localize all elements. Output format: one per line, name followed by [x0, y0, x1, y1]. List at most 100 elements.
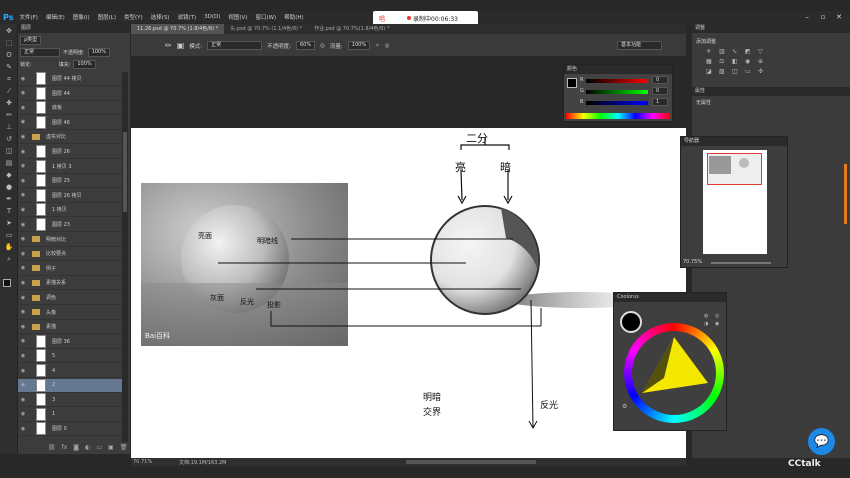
mode-select[interactable]: 正常 [207, 41, 263, 50]
layer-row[interactable]: ◉ 图层 26 [18, 145, 122, 159]
eraser-icon[interactable]: ◫ [4, 146, 14, 156]
b-slider[interactable] [586, 101, 648, 105]
history-brush-icon[interactable]: ↺ [4, 134, 14, 144]
visibility-eye-icon[interactable]: ◉ [18, 426, 28, 432]
visibility-eye-icon[interactable]: ◉ [18, 76, 28, 82]
bw-icon[interactable]: ◧ [732, 58, 742, 65]
menu-edit[interactable]: 编辑(E) [46, 13, 65, 21]
move-tool-icon[interactable]: ✥ [4, 26, 14, 36]
visibility-eye-icon[interactable]: ◉ [18, 163, 28, 169]
eyedropper-icon[interactable]: ⁄ [4, 86, 14, 96]
layer-row[interactable]: ◉ 图层 26 拷贝 [18, 188, 122, 203]
spectrum-bar[interactable] [566, 113, 670, 119]
status-zoom[interactable]: 70.71% [133, 459, 152, 465]
visibility-eye-icon[interactable]: ◉ [18, 265, 28, 271]
visibility-eye-icon[interactable]: ◉ [18, 338, 28, 344]
layer-row[interactable]: ◉ 底板 [18, 101, 122, 116]
tab-doc-1[interactable]: 11.26.psd @ 70.7% (1.8/4色/8) * [131, 24, 225, 34]
mic-icon[interactable]: 唱 [379, 14, 385, 23]
visibility-eye-icon[interactable]: ◉ [18, 134, 28, 140]
menu-view[interactable]: 视图(V) [228, 13, 247, 21]
crop-tool-icon[interactable]: ⌗ [4, 74, 14, 84]
tab-doc-2[interactable]: 头.psd @ 70.7% (1.1/4色/8) * [224, 24, 308, 34]
layer-row[interactable]: ◉ 3 [18, 393, 122, 408]
adjust-panel-header[interactable]: 调整 [692, 24, 850, 33]
visibility-eye-icon[interactable]: ◉ [18, 353, 28, 359]
navigator-zoom[interactable]: 70.75% [683, 259, 702, 265]
mixer-icon[interactable]: ⊕ [758, 58, 768, 65]
layer-row[interactable]: ◉ 2 [18, 378, 122, 393]
visibility-eye-icon[interactable]: ◉ [18, 207, 28, 213]
layer-row[interactable]: ◉ 图层 23 [18, 218, 122, 232]
layer-row[interactable]: ◉ 图层 46 [18, 115, 122, 130]
layer-group-row[interactable]: ◉ 比较要点 [18, 247, 122, 262]
layer-group-row[interactable]: ◉ 素描关系 [18, 276, 122, 291]
layer-group-row[interactable]: ◉ 虚实对比 [18, 130, 122, 145]
posterize-icon[interactable]: ▨ [719, 68, 729, 75]
trash-icon[interactable]: 🗑 [120, 444, 128, 451]
layer-row[interactable]: ◉ 1 拷贝 [18, 203, 122, 218]
color-panel-header[interactable]: 颜色 [564, 65, 672, 74]
foreground-color[interactable] [3, 279, 11, 287]
mask-icon[interactable]: ◙ [73, 444, 79, 451]
navigator-header[interactable]: 导航器 [681, 137, 787, 146]
layer-group-row[interactable]: ◉ 调色 [18, 291, 122, 305]
g-slider[interactable] [586, 90, 648, 94]
layer-group-row[interactable]: ◉ 头像 [18, 306, 122, 320]
lasso-tool-icon[interactable]: ʘ [4, 50, 14, 60]
airbrush-icon[interactable]: ✧ [375, 43, 380, 49]
adjustment-icon[interactable]: ◐ [85, 444, 90, 451]
dock-scroll-indicator[interactable] [844, 164, 847, 224]
visibility-eye-icon[interactable]: ◉ [18, 236, 28, 242]
visibility-eye-icon[interactable]: ◉ [18, 324, 28, 330]
props-panel-header[interactable]: 属性 [692, 87, 850, 96]
selective-color-icon[interactable]: ✣ [758, 68, 768, 75]
visibility-eye-icon[interactable]: ◉ [18, 295, 28, 301]
blur-tool-icon[interactable]: ◆ [4, 170, 14, 180]
visibility-eye-icon[interactable]: ◉ [18, 222, 28, 228]
maximize-icon[interactable]: ▫ [816, 11, 830, 23]
invert-icon[interactable]: ◪ [706, 68, 716, 75]
layers-scrollbar[interactable] [122, 72, 128, 442]
visibility-eye-icon[interactable]: ◉ [18, 105, 28, 111]
menu-filter[interactable]: 滤镜(T) [177, 13, 196, 21]
hue-wheel[interactable] [624, 323, 724, 423]
curves-icon[interactable]: ∿ [732, 48, 742, 55]
layer-row[interactable]: ◉ 图层 44 拷贝 [18, 72, 122, 86]
menu-select[interactable]: 选择(S) [151, 13, 170, 21]
pressure-size-icon[interactable]: ◎ [385, 43, 390, 49]
flow-input[interactable]: 100% [347, 41, 371, 50]
layer-row[interactable]: ◉ 1 [18, 407, 122, 422]
shape-tool-icon[interactable]: ▭ [4, 230, 14, 240]
visibility-eye-icon[interactable]: ◉ [18, 192, 28, 198]
new-layer-icon[interactable]: ▣ [108, 444, 114, 451]
layer-row[interactable]: ◉ 图层 36 [18, 334, 122, 349]
layer-row[interactable]: ◉ 图层 44 [18, 86, 122, 101]
coolorus-header[interactable]: Coolorus [614, 293, 726, 302]
visibility-eye-icon[interactable]: ◉ [18, 397, 28, 403]
layer-row[interactable]: ◉ 5 [18, 349, 122, 364]
lock-icon[interactable]: ◉ [715, 321, 724, 327]
brush-tool-icon[interactable]: ✏ [4, 110, 14, 120]
horizontal-scrollbar[interactable] [406, 460, 536, 464]
visibility-eye-icon[interactable]: ◉ [18, 309, 28, 315]
r-input[interactable]: 0 [652, 76, 668, 84]
pressure-opacity-icon[interactable]: ◎ [320, 43, 325, 49]
layer-group-row[interactable]: ◉ 明暗对比 [18, 233, 122, 247]
menu-help[interactable]: 帮助(H) [284, 13, 303, 21]
layer-group-row[interactable]: ◉ 例子 [18, 262, 122, 276]
levels-icon[interactable]: ▥ [719, 48, 729, 55]
exposure-icon[interactable]: ◩ [745, 48, 755, 55]
gradient-map-icon[interactable]: ▭ [745, 68, 755, 75]
swatch-icon[interactable]: ◎ [715, 313, 724, 319]
link-icon[interactable]: ⛓ [48, 444, 56, 451]
brush-panel-icon[interactable]: ▣ [177, 41, 185, 50]
text-tool-icon[interactable]: T [4, 206, 14, 216]
navigator-preview[interactable] [703, 150, 767, 254]
photo-filter-icon[interactable]: ◉ [745, 58, 755, 65]
balance-icon[interactable]: ⚖ [719, 58, 729, 65]
brush-preset-icon[interactable]: ✏ [165, 41, 172, 50]
workspace-select[interactable]: 基本功能 [617, 41, 662, 50]
layers-panel-header[interactable]: 图层 [18, 24, 130, 33]
gamut-icon[interactable]: ◍ [704, 313, 713, 319]
